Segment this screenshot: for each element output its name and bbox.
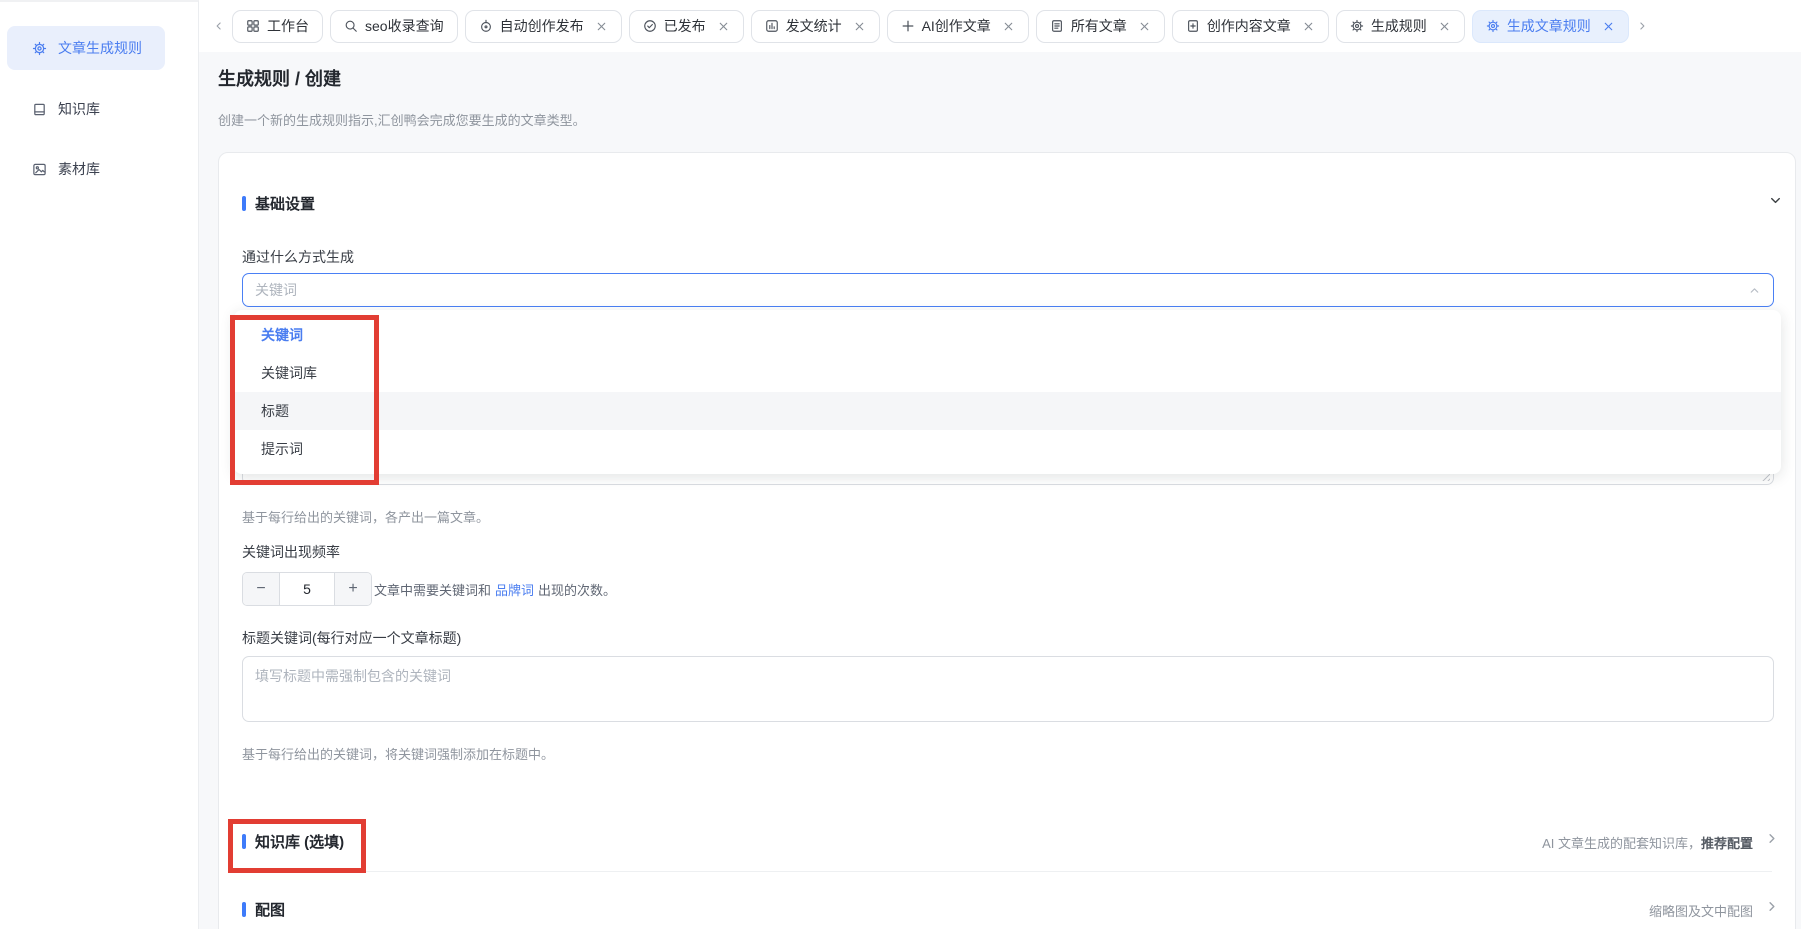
sidebar-item-media-library[interactable]: 素材库	[7, 150, 165, 188]
dropdown-option-keyword[interactable]: 关键词	[234, 316, 1781, 354]
tab-label: 所有文章	[1071, 16, 1127, 36]
gear-icon	[32, 41, 47, 56]
section-images[interactable]: 配图	[242, 899, 285, 920]
title-keywords-textarea[interactable]	[243, 657, 1773, 721]
tab-auto-create-publish[interactable]: 自动创作发布	[465, 10, 622, 43]
tab-workbench[interactable]: 工作台	[232, 10, 323, 43]
section-accent-bar	[242, 196, 246, 211]
method-select-value: 关键词	[255, 280, 1748, 300]
frequency-value[interactable]: 5	[279, 573, 335, 605]
tab-label: seo收录查询	[365, 16, 444, 36]
app-window: 文章生成规则 知识库 素材库 工作台 seo收录查询 自动创作发布 已发	[0, 0, 1801, 929]
section-title: 配图	[255, 899, 285, 920]
chevron-up-icon	[1748, 284, 1761, 297]
grid-icon	[246, 19, 260, 33]
tab-generate-article-rules[interactable]: 生成文章规则	[1472, 10, 1629, 43]
close-icon[interactable]	[1138, 20, 1151, 33]
tab-label: 生成文章规则	[1507, 16, 1591, 36]
gear-icon	[1350, 19, 1364, 33]
sidebar: 文章生成规则 知识库 素材库	[0, 0, 199, 929]
close-icon[interactable]	[595, 20, 608, 33]
keywords-help-text: 基于每行给出的关键词，各产出一篇文章。	[242, 507, 489, 526]
dropdown-option-prompt[interactable]: 提示词	[234, 430, 1781, 468]
frequency-label: 关键词出现频率	[242, 542, 340, 562]
chevron-right-icon[interactable]	[1764, 831, 1779, 846]
close-icon[interactable]	[1602, 20, 1615, 33]
recommended-config-text: 推荐配置	[1701, 836, 1753, 851]
tab-create-content-article[interactable]: 创作内容文章	[1172, 10, 1329, 43]
tab-ai-create-article[interactable]: AI创作文章	[887, 10, 1029, 43]
close-icon[interactable]	[717, 20, 730, 33]
plus-button[interactable]: +	[335, 573, 371, 605]
sidebar-item-label: 素材库	[58, 159, 100, 179]
publish-icon	[479, 19, 493, 33]
tab-label: 自动创作发布	[500, 16, 584, 36]
page-title: 生成规则 / 创建	[218, 65, 341, 91]
tab-label: AI创作文章	[922, 16, 991, 36]
close-icon[interactable]	[1438, 20, 1451, 33]
close-icon[interactable]	[1302, 20, 1315, 33]
method-label: 通过什么方式生成	[242, 247, 354, 267]
close-icon[interactable]	[853, 20, 866, 33]
file-plus-icon	[1186, 19, 1200, 33]
plus-icon	[901, 19, 915, 33]
section-knowledge-base[interactable]: 知识库 (选填)	[242, 831, 344, 852]
tab-label: 生成规则	[1371, 16, 1427, 36]
close-icon[interactable]	[1002, 20, 1015, 33]
document-icon	[1050, 19, 1064, 33]
sidebar-item-label: 知识库	[58, 99, 100, 119]
tab-generation-rules[interactable]: 生成规则	[1336, 10, 1465, 43]
chevron-right-icon[interactable]	[1764, 899, 1779, 914]
tab-all-articles[interactable]: 所有文章	[1036, 10, 1165, 43]
chevron-right-icon[interactable]	[1636, 20, 1648, 32]
title-keywords-label: 标题关键词(每行对应一个文章标题)	[242, 628, 461, 648]
section-accent-bar	[242, 902, 246, 917]
main-content: 生成规则 / 创建 创建一个新的生成规则指示,汇创鸭会完成您要生成的文章类型。 …	[199, 52, 1801, 929]
method-dropdown: 关键词 关键词库 标题 提示词	[234, 310, 1781, 474]
method-select[interactable]: 关键词	[242, 273, 1774, 307]
bar-chart-icon	[765, 19, 779, 33]
chevron-down-icon[interactable]	[1768, 193, 1783, 208]
dropdown-option-keyword-library[interactable]: 关键词库	[234, 354, 1781, 392]
frequency-stepper: − 5 +	[242, 572, 372, 606]
tab-label: 已发布	[664, 16, 706, 36]
knowledge-section-note: AI 文章生成的配套知识库，推荐配置	[1542, 833, 1753, 852]
tab-post-stats[interactable]: 发文统计	[751, 10, 880, 43]
section-accent-bar	[242, 834, 246, 849]
title-keywords-help-text: 基于每行给出的关键词，将关键词强制添加在标题中。	[242, 744, 554, 763]
rule-form-card: 基础设置 通过什么方式生成 关键词 关键词 关键词库	[218, 152, 1796, 929]
gear-icon	[1486, 19, 1500, 33]
sidebar-item-knowledge-base[interactable]: 知识库	[7, 90, 165, 128]
images-section-note: 缩略图及文中配图	[1649, 901, 1753, 920]
brand-words-link[interactable]: 品牌词	[495, 583, 534, 598]
page-subtitle: 创建一个新的生成规则指示,汇创鸭会完成您要生成的文章类型。	[218, 110, 586, 129]
sidebar-item-article-rules[interactable]: 文章生成规则	[7, 26, 165, 70]
section-title: 基础设置	[255, 193, 315, 214]
chevron-left-icon[interactable]	[213, 20, 225, 32]
tab-label: 创作内容文章	[1207, 16, 1291, 36]
tab-label: 发文统计	[786, 16, 842, 36]
section-basic-settings: 基础设置	[242, 193, 315, 214]
image-icon	[32, 162, 47, 177]
title-keywords-textarea-wrap	[242, 656, 1774, 722]
sidebar-item-label: 文章生成规则	[58, 38, 142, 58]
tab-label: 工作台	[267, 16, 309, 36]
tab-published[interactable]: 已发布	[629, 10, 744, 43]
book-icon	[32, 102, 47, 117]
dropdown-option-title[interactable]: 标题	[234, 392, 1781, 430]
section-divider	[242, 871, 1772, 872]
tab-bar: 工作台 seo收录查询 自动创作发布 已发布 发文统计 AI创作文章	[199, 0, 1801, 52]
tab-seo-index-query[interactable]: seo收录查询	[330, 10, 458, 43]
section-title: 知识库 (选填)	[255, 831, 344, 852]
search-icon	[344, 19, 358, 33]
check-circle-icon	[643, 19, 657, 33]
frequency-note: 文章中需要关键词和品牌词出现的次数。	[374, 580, 616, 599]
minus-button[interactable]: −	[243, 573, 279, 605]
